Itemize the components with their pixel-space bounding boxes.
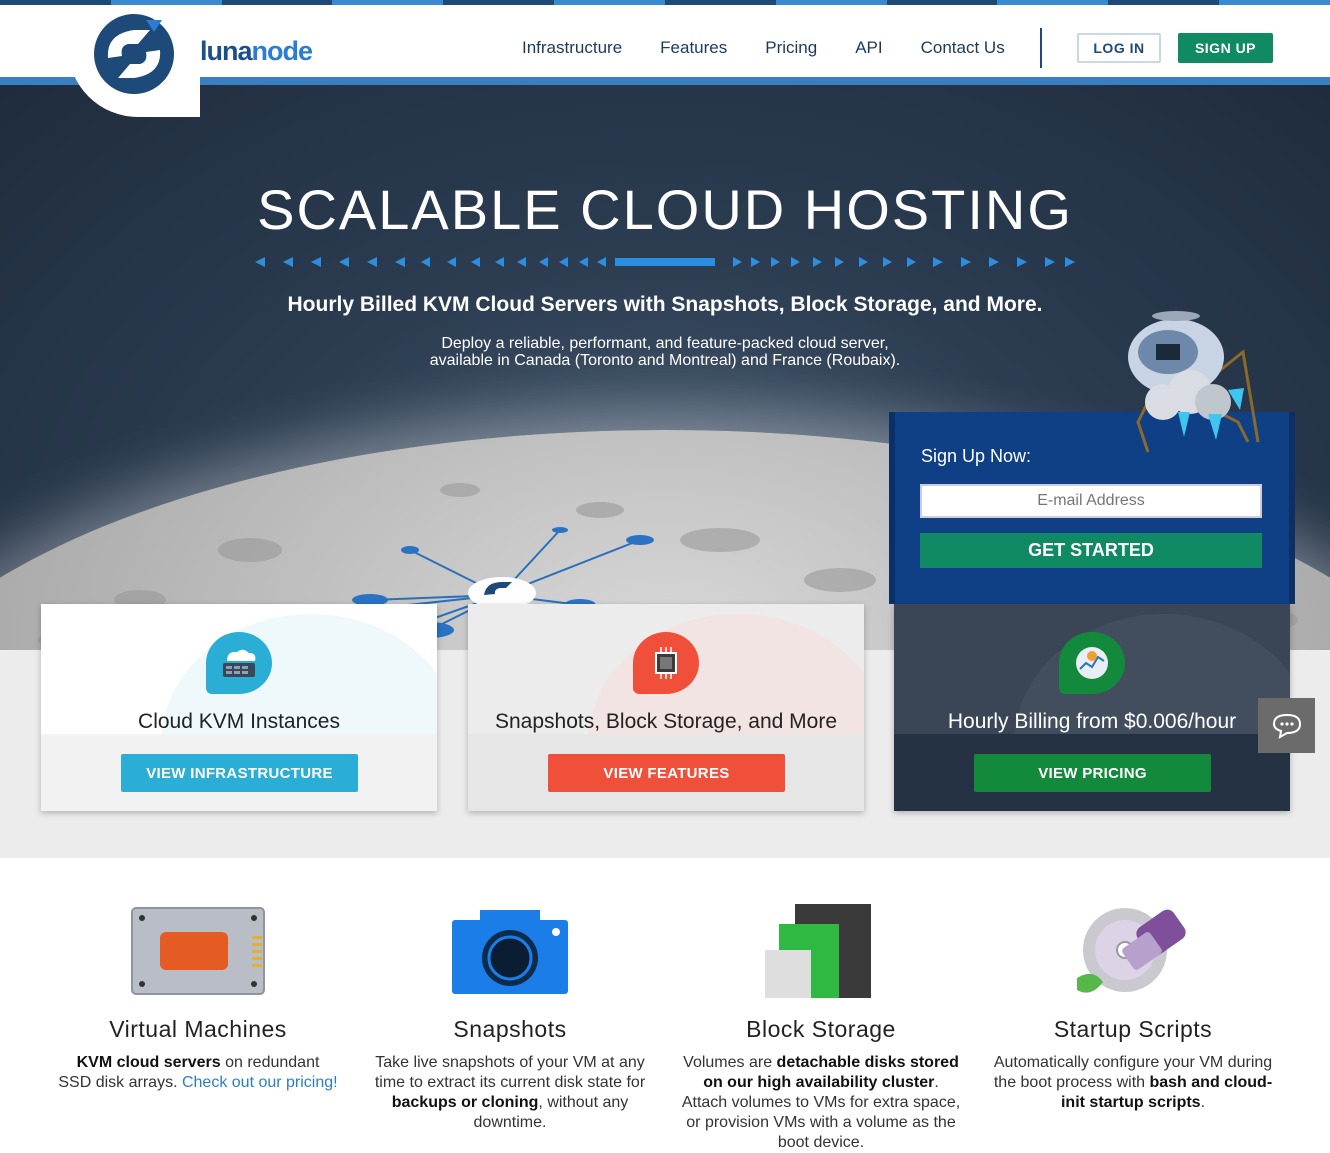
billing-chart-icon xyxy=(1059,632,1125,694)
feature-title: Startup Scripts xyxy=(1053,1016,1213,1042)
cloud-server-icon xyxy=(206,632,272,694)
signup-button[interactable]: SIGN UP xyxy=(1178,33,1273,63)
feature-snapshots: Snapshots Take live snapshots of your VM… xyxy=(370,898,650,1133)
view-infrastructure-button[interactable]: VIEW INFRASTRUCTURE xyxy=(121,754,358,792)
view-features-button[interactable]: VIEW FEATURES xyxy=(548,754,785,792)
nav-pricing[interactable]: Pricing xyxy=(765,38,817,58)
feature-block-storage: Block Storage Volumes are detachable dis… xyxy=(681,898,961,1153)
card-label: Snapshots, Block Storage, and More xyxy=(494,710,838,733)
logo-text-node: node xyxy=(251,36,313,66)
logo-wordmark[interactable]: lunanode xyxy=(200,36,313,67)
feature-title: Snapshots xyxy=(453,1016,567,1042)
signup-title: Sign Up Now: xyxy=(921,446,1032,466)
card-snapshots: Snapshots, Block Storage, and More VIEW … xyxy=(468,604,864,811)
nav-features[interactable]: Features xyxy=(660,38,727,58)
feature-startup-scripts: Startup Scripts Automatically configure … xyxy=(993,898,1273,1113)
ssd-drive-icon xyxy=(128,898,268,1002)
feature-text: Volumes are xyxy=(683,1054,777,1071)
feature-virtual-machines: Virtual Machines KVM cloud servers on re… xyxy=(58,898,338,1093)
feature-description: Volumes are detachable disks stored on o… xyxy=(681,1053,961,1153)
nav-contact-us[interactable]: Contact Us xyxy=(921,38,1005,58)
card-label: Hourly Billing from $0.006/hour xyxy=(947,710,1237,733)
feature-description: Take live snapshots of your VM at any ti… xyxy=(370,1053,650,1133)
email-field[interactable] xyxy=(920,484,1262,518)
hero-title: SCALABLE CLOUD HOSTING xyxy=(257,178,1073,241)
camera-icon xyxy=(440,898,580,1002)
chat-bubble-icon xyxy=(1272,713,1301,739)
card-label: Cloud KVM Instances xyxy=(138,710,340,733)
chat-widget-button[interactable] xyxy=(1258,698,1315,753)
card-hourly-billing: Hourly Billing from $0.006/hour VIEW PRI… xyxy=(894,604,1290,811)
logo-text-luna: luna xyxy=(200,36,253,66)
check-pricing-link[interactable]: Check out our pricing! xyxy=(182,1074,338,1091)
view-pricing-button[interactable]: VIEW PRICING xyxy=(974,754,1211,792)
feature-description: Automatically configure your VM during t… xyxy=(993,1053,1273,1113)
storage-blocks-icon xyxy=(751,898,891,1002)
feature-title: Block Storage xyxy=(746,1016,896,1042)
lunanode-logo-icon[interactable] xyxy=(88,12,180,96)
feature-title: Virtual Machines xyxy=(109,1016,287,1042)
hero-chevron-divider xyxy=(255,257,1075,267)
cpu-chip-icon xyxy=(633,632,699,694)
feature-bold-text: backups or cloning xyxy=(391,1094,539,1111)
nav-infrastructure[interactable]: Infrastructure xyxy=(522,38,622,58)
get-started-button[interactable]: GET STARTED xyxy=(920,533,1262,568)
disc-usb-icon xyxy=(1063,898,1203,1002)
feature-text: . xyxy=(1200,1094,1206,1111)
lander-robot-illustration xyxy=(1128,311,1260,453)
nav-divider xyxy=(1040,28,1042,68)
card-cloud-kvm: Cloud KVM Instances VIEW INFRASTRUCTURE xyxy=(41,604,437,811)
main-nav: Infrastructure Features Pricing API Cont… xyxy=(522,38,1043,58)
feature-bold-text: KVM cloud servers xyxy=(76,1054,221,1071)
login-button[interactable]: LOG IN xyxy=(1077,33,1161,63)
feature-description: KVM cloud servers on redundant SSD disk … xyxy=(58,1053,338,1093)
nav-api[interactable]: API xyxy=(855,38,882,58)
feature-text: Take live snapshots of your VM at any ti… xyxy=(374,1054,646,1091)
